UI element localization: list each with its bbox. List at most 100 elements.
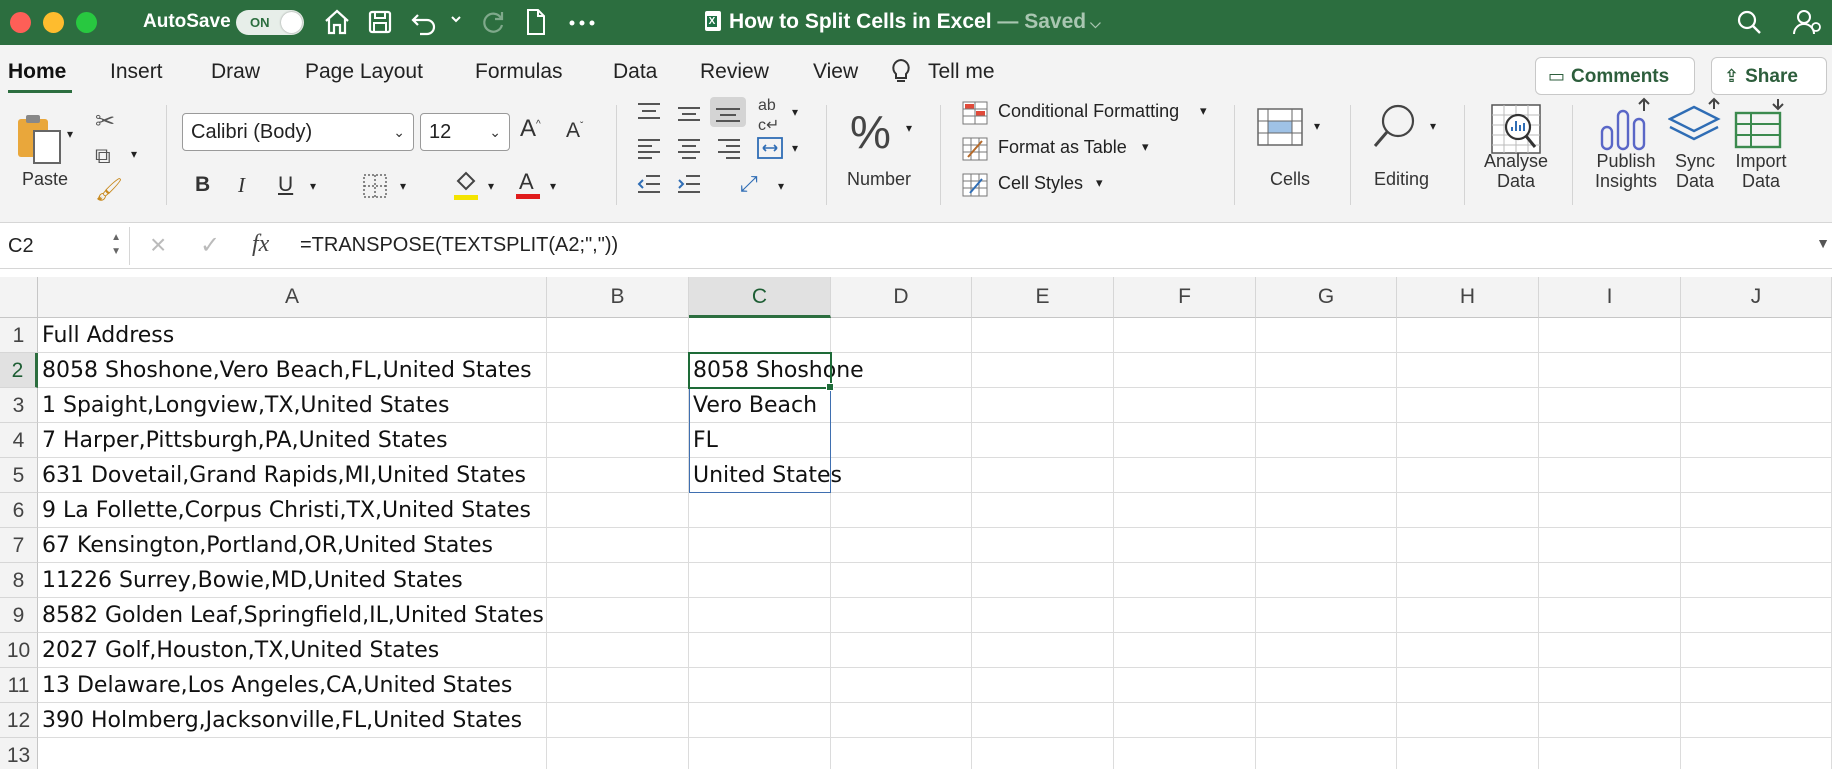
conditional-formatting-icon[interactable] [962, 101, 988, 130]
row-header-6[interactable]: 6 [0, 493, 38, 528]
column-header-a[interactable]: A [38, 277, 547, 318]
orientation-dropdown-chevron-icon[interactable]: ▾ [792, 105, 798, 119]
cell-styles-icon[interactable] [962, 173, 988, 202]
name-box[interactable]: C2 ▲ ▼ [0, 227, 130, 265]
spreadsheet-grid[interactable]: A B C D E F G H I J 1 2 3 4 5 6 7 8 9 10 11 12 13 Full Address 8… [0, 269, 1832, 769]
tab-home[interactable]: Home [8, 60, 66, 84]
font-name-dropdown[interactable]: Calibri (Body) ⌄ [182, 113, 414, 151]
tell-me-search[interactable]: Tell me [928, 60, 995, 84]
undo-dropdown-chevron-icon[interactable] [450, 13, 462, 25]
cell-a3[interactable]: 1 Spaight,Longview,TX,United States [38, 388, 449, 423]
row-header-3[interactable]: 3 [0, 388, 38, 423]
format-painter-icon[interactable]: 🖌 [95, 177, 123, 203]
cells-label[interactable]: Cells [1270, 169, 1310, 190]
cell-a6[interactable]: 9 La Follette,Corpus Christi,TX,United S… [38, 493, 531, 528]
conditional-formatting-chevron-down-icon[interactable]: ▾ [1200, 103, 1207, 119]
row-header-9[interactable]: 9 [0, 598, 38, 633]
column-header-b[interactable]: B [547, 277, 689, 318]
font-size-dropdown[interactable]: 12 ⌄ [420, 113, 510, 151]
borders-dropdown-chevron-icon[interactable]: ▾ [400, 179, 406, 193]
cell-styles-label[interactable]: Cell Styles [998, 173, 1083, 194]
row-header-4[interactable]: 4 [0, 423, 38, 458]
underline-icon[interactable]: U [278, 173, 293, 197]
cell-a10[interactable]: 2027 Golf,Houston,TX,United States [38, 633, 439, 668]
column-header-c[interactable]: C [689, 277, 831, 318]
font-color-icon[interactable]: A [514, 167, 542, 206]
publish-insights-icon[interactable] [1598, 97, 1652, 156]
cell-a11[interactable]: 13 Delaware,Los Angeles,CA,United States [38, 668, 512, 703]
cell-a4[interactable]: 7 Harper,Pittsburgh,PA,United States [38, 423, 448, 458]
column-header-j[interactable]: J [1681, 277, 1832, 318]
cut-scissors-icon[interactable]: ✂ [95, 107, 115, 136]
column-header-d[interactable]: D [831, 277, 972, 318]
format-as-table-label[interactable]: Format as Table [998, 137, 1127, 158]
share-button[interactable]: ⇪ Share [1711, 57, 1827, 95]
analyse-data-label[interactable]: Analyse Data [1484, 151, 1548, 191]
increase-indent-icon[interactable] [676, 173, 702, 200]
editing-dropdown-chevron-icon[interactable]: ▾ [1430, 119, 1436, 133]
cell-a8[interactable]: 11226 Surrey,Bowie,MD,United States [38, 563, 463, 598]
row-header-2[interactable]: 2 [0, 353, 38, 388]
new-document-icon[interactable] [524, 7, 548, 37]
italic-icon[interactable]: I [238, 173, 245, 198]
text-orientation-icon[interactable]: ⤢ [740, 171, 758, 197]
save-icon[interactable] [366, 7, 394, 37]
cell-a1[interactable]: Full Address [38, 318, 174, 353]
more-options-icon[interactable] [568, 19, 596, 27]
document-title[interactable]: How to Split Cells in Excel — Saved⌵ [705, 10, 1101, 34]
confirm-formula-icon[interactable]: ✓ [200, 231, 220, 260]
search-icon[interactable] [1736, 7, 1764, 37]
undo-icon[interactable] [410, 7, 438, 37]
format-as-table-icon[interactable] [962, 137, 988, 166]
column-header-h[interactable]: H [1397, 277, 1539, 318]
number-dropdown-chevron-icon[interactable]: ▾ [906, 121, 912, 135]
font-color-dropdown-chevron-icon[interactable]: ▾ [550, 179, 556, 193]
column-header-g[interactable]: G [1256, 277, 1397, 318]
sync-data-label[interactable]: Sync Data [1670, 151, 1720, 191]
paste-dropdown-chevron-icon[interactable]: ▾ [67, 127, 73, 141]
account-icon[interactable] [1792, 7, 1822, 37]
column-header-f[interactable]: F [1114, 277, 1256, 318]
row-header-1[interactable]: 1 [0, 318, 38, 353]
publish-insights-label[interactable]: Publish Insights [1590, 151, 1662, 191]
import-data-label[interactable]: Import Data [1730, 151, 1792, 191]
close-window-button[interactable] [10, 12, 31, 33]
increase-font-size-icon[interactable]: A^ [520, 115, 541, 143]
merge-center-icon[interactable] [756, 135, 784, 166]
formula-input[interactable]: =TRANSPOSE(TEXTSPLIT(A2;",")) [300, 234, 618, 257]
cells-dropdown-chevron-icon[interactable]: ▾ [1314, 119, 1320, 133]
tab-data[interactable]: Data [613, 60, 657, 84]
number-label[interactable]: Number [847, 169, 911, 190]
autosave-toggle[interactable]: ON [236, 10, 304, 35]
merge-dropdown-chevron-icon[interactable]: ▾ [792, 141, 798, 155]
fill-color-icon[interactable] [452, 169, 480, 206]
row-header-8[interactable]: 8 [0, 563, 38, 598]
tab-view[interactable]: View [813, 60, 858, 84]
wrap-text-icon[interactable]: ab c↵ [758, 97, 779, 135]
cell-a7[interactable]: 67 Kensington,Portland,OR,United States [38, 528, 493, 563]
tab-page-layout[interactable]: Page Layout [305, 60, 423, 84]
column-header-e[interactable]: E [972, 277, 1114, 318]
percent-icon[interactable]: % [850, 105, 891, 159]
align-bottom-icon[interactable] [710, 97, 746, 127]
maximize-window-button[interactable] [76, 12, 97, 33]
decrease-indent-icon[interactable] [636, 173, 662, 200]
tab-insert[interactable]: Insert [110, 60, 163, 84]
cells-icon[interactable] [1256, 103, 1306, 154]
format-as-table-chevron-down-icon[interactable]: ▾ [1142, 139, 1149, 155]
row-header-7[interactable]: 7 [0, 528, 38, 563]
underline-dropdown-chevron-icon[interactable]: ▾ [310, 179, 316, 193]
tab-formulas[interactable]: Formulas [475, 60, 563, 84]
cell-a5[interactable]: 631 Dovetail,Grand Rapids,MI,United Stat… [38, 458, 526, 493]
editing-search-icon[interactable] [1370, 101, 1420, 156]
minimize-window-button[interactable] [43, 12, 64, 33]
align-middle-icon[interactable] [676, 103, 702, 130]
borders-icon[interactable] [362, 173, 388, 204]
fill-color-dropdown-chevron-icon[interactable]: ▾ [488, 179, 494, 193]
fill-handle[interactable] [826, 383, 834, 391]
row-header-5[interactable]: 5 [0, 458, 38, 493]
cell-a9[interactable]: 8582 Golden Leaf,Springfield,IL,United S… [38, 598, 544, 633]
expand-formula-bar-icon[interactable]: ▼ [1816, 235, 1830, 251]
decrease-font-size-icon[interactable]: Aˇ [566, 119, 583, 143]
name-box-stepper-icon[interactable]: ▲ ▼ [111, 231, 121, 259]
